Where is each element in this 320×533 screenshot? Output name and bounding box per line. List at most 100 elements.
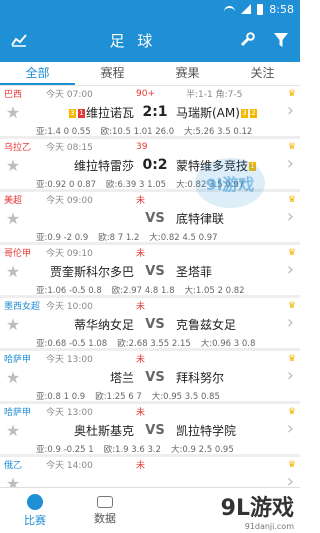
score: VS [145,263,165,279]
crown-icon: ♛ [287,300,296,311]
match-row[interactable]: 哈萨甲 今天 13:00 未 ♛ ★ 塔兰 VS 拜科努尔 › 亚:0.8 1 … [0,351,300,404]
odds-total: 大:1.05 2 0.82 [184,286,245,296]
star-icon[interactable]: ★ [0,262,26,281]
league-name: 巴西 [4,90,23,100]
chevron-right-icon[interactable]: › [287,312,294,333]
star-icon[interactable]: ★ [0,315,26,334]
chart-icon[interactable] [10,31,28,49]
crown-icon: ♛ [287,141,296,152]
away-team: 拜科努尔 [176,369,280,386]
league-name: 哈萨甲 [4,355,32,365]
odds-euro: 欧:1.9 3.6 3.2 [103,445,162,455]
league-name: 俄乙 [4,461,23,471]
wifi-icon [224,6,236,12]
odds-euro: 欧:1.25 6 7 [95,392,142,402]
home-team: 贾奎斯科尔多巴 [26,263,134,280]
league-name: 乌拉乙 [4,143,32,153]
nav-data-label: 数据 [94,511,116,525]
home-team-name: 维拉诺瓦 [85,105,134,120]
chevron-right-icon[interactable]: › [287,418,294,439]
match-row[interactable]: 哥伦甲 今天 09:10 未 ♛ ★ 贾奎斯科尔多巴 VS 圣塔菲 › 亚:1.… [0,245,300,298]
league-name: 哈萨甲 [4,408,32,418]
star-icon[interactable]: ★ [0,474,26,489]
home-team: 奥杜斯基克 [26,422,134,439]
league-name: 美超 [4,196,23,206]
watermark-logo: 9l游戏 [195,158,265,208]
match-row[interactable]: 巴西 今天 07:00 90+ 半:1-1 角:7-5 ♛ ★ 3 1 维拉诺瓦 2… [0,86,300,139]
tab-results[interactable]: 赛果 [150,62,225,85]
star-icon[interactable]: ★ [0,103,26,122]
tab-all[interactable]: 全部 [0,62,75,85]
star-icon[interactable]: ★ [0,368,26,387]
odds-total: 大:0.9 2.5 0.95 [171,445,234,455]
filter-icon[interactable] [272,31,290,49]
odds-euro: 欧:6.39 3 1.05 [106,180,167,190]
match-time: 今天 08:15 [46,143,93,153]
match-status: 未 [136,355,146,365]
football-icon [27,493,43,510]
away-card-icon: 2 [249,108,257,118]
chevron-right-icon[interactable]: › [287,471,294,488]
match-status: 未 [136,461,146,471]
odds-asian: 亚:0.8 1 0.9 [36,392,86,402]
away-team: 凯拉特学院 [176,422,280,439]
chevron-right-icon[interactable]: › [287,153,294,174]
crown-icon: ♛ [287,88,296,99]
home-team-name: 奥杜斯基克 [73,423,134,438]
home-team: 蒂华纳女足 [26,316,134,333]
match-status: 未 [136,408,146,418]
odds-total: 大:5.26 3.5 0.12 [184,127,253,137]
crown-icon: ♛ [287,459,296,470]
odds-asian: 亚:1.4 0 0.55 [36,127,91,137]
away-team-name: 拜科努尔 [176,370,225,385]
away-team: 马瑞斯(AM) 3 2 [176,104,280,121]
away-team-name: 克鲁兹女足 [176,317,237,332]
match-time: 今天 07:00 [46,90,93,100]
tab-schedule[interactable]: 赛程 [75,62,150,85]
match-row[interactable]: 俄乙 今天 14:00 未 ♛ ★ › [0,457,300,488]
chevron-right-icon[interactable]: › [287,100,294,121]
chevron-right-icon[interactable]: › [287,259,294,280]
watermark-sub: 91danji.com [244,522,294,531]
star-icon[interactable]: ★ [0,209,26,228]
odds-asian: 亚:0.92 0 0.87 [36,180,97,190]
crown-icon: ♛ [287,406,296,417]
half-stats: 半:1-1 角:7-5 [186,90,243,100]
signal-icon [241,4,252,14]
home-team-name: 蒂华纳女足 [73,317,134,332]
chevron-right-icon[interactable]: › [287,365,294,386]
league-name: 哥伦甲 [4,249,32,259]
score: VS [145,210,165,226]
match-list[interactable]: 巴西 今天 07:00 90+ 半:1-1 角:7-5 ♛ ★ 3 1 维拉诺瓦 2… [0,86,300,488]
match-time: 今天 09:00 [46,196,93,206]
away-team-name: 马瑞斯(AM) [176,105,240,120]
score: 2:1 [142,104,168,120]
status-time: 8:58 [269,2,294,16]
match-time: 今天 13:00 [46,355,93,365]
home-team: 维拉特雷莎 [26,157,134,174]
status-bar: 8:58 [0,0,300,18]
match-row[interactable]: 墨西女超 今天 10:00 未 ♛ ★ 蒂华纳女足 VS 克鲁兹女足 › 亚:0… [0,298,300,351]
match-time: 今天 14:00 [46,461,93,471]
match-time: 今天 13:00 [46,408,93,418]
score: VS [145,369,165,385]
home-team: 3 1 维拉诺瓦 [26,104,134,121]
bottom-nav: 比赛 数据 9L游戏 91danji.com [0,487,300,533]
home-team-name: 塔兰 [109,370,134,385]
page-title: 足 球 [109,31,157,50]
nav-data[interactable]: 数据 [70,488,140,533]
wrench-icon[interactable] [238,31,256,49]
match-time: 今天 10:00 [46,302,93,312]
score: 0:2 [142,157,168,173]
match-row[interactable]: 哈萨甲 今天 13:00 未 ♛ ★ 奥杜斯基克 VS 凯拉特学院 › 亚:0.… [0,404,300,457]
star-icon[interactable]: ★ [0,421,26,440]
away-team: 底特律联 [176,210,280,227]
away-team: 克鲁兹女足 [176,316,280,333]
tab-followed[interactable]: 关注 [225,62,300,85]
star-icon[interactable]: ★ [0,156,26,175]
home-card-icon: 1 [77,108,85,118]
match-status: 未 [136,249,146,259]
nav-matches[interactable]: 比赛 [0,488,70,533]
tab-bar: 全部 赛程 赛果 关注 [0,62,300,86]
chevron-right-icon[interactable]: › [287,206,294,227]
